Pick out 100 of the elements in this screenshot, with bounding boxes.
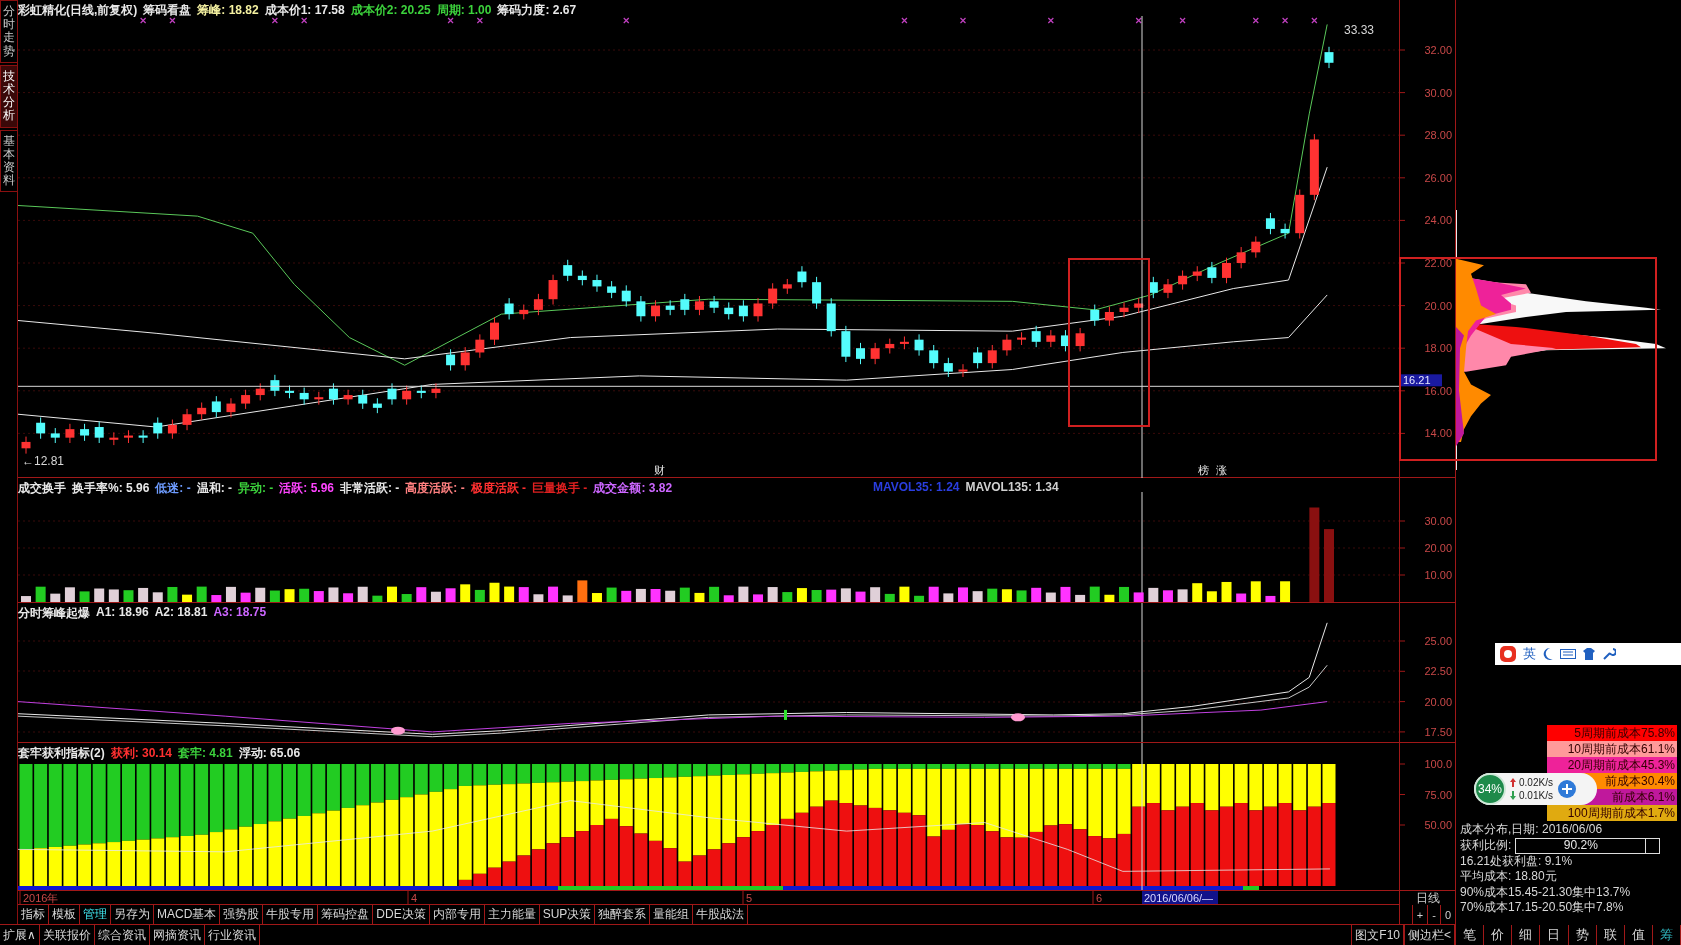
cost-info-text: 70%成本17.15-20.50集中7.8% — [1460, 900, 1625, 916]
side-tab[interactable]: 分时走势 — [0, 0, 18, 63]
legend-label: 获利: 30.14 — [110, 745, 173, 762]
shirt-icon[interactable] — [1582, 647, 1596, 661]
moon-icon[interactable] — [1542, 647, 1554, 661]
profit-ratio-label: 获利比例: — [1460, 837, 1512, 854]
axis-label: 100.0 — [1424, 758, 1452, 770]
indicator-tab[interactable]: 筹码控盘 — [318, 905, 374, 924]
side-tab[interactable]: 技术分析 — [0, 64, 18, 128]
side-tab[interactable]: 基本资料 — [0, 129, 18, 193]
bottom-tab[interactable]: 关联报价 — [39, 925, 95, 945]
side-panel-tab[interactable]: 筹 — [1652, 925, 1681, 945]
side-panel-tab[interactable]: 价 — [1484, 925, 1513, 945]
zoom-button[interactable]: - — [1427, 905, 1440, 924]
indicator-tab[interactable]: 量能组 — [650, 905, 694, 924]
profit-ratio-value: 90.2% — [1563, 837, 1598, 854]
bottom-tab[interactable]: 行业资讯 — [204, 925, 260, 945]
ime-mode-label[interactable]: 英 — [1523, 645, 1536, 663]
bottom-tab[interactable]: 综合资讯 — [94, 925, 150, 945]
cursor-date-label: 2016/06/06/— — [1142, 891, 1218, 904]
axis-label: 25.00 — [1424, 635, 1452, 647]
indicator-tab[interactable]: 模板 — [49, 905, 80, 924]
bottom-tab[interactable]: 网摘资讯 — [149, 925, 205, 945]
axis-label: 20.00 — [1424, 542, 1452, 554]
legend-label: 周期: 1.00 — [436, 2, 492, 19]
side-panel-tab[interactable]: 值 — [1624, 925, 1653, 945]
axis-label: 20.00 — [1424, 299, 1452, 312]
legend-label: 异动: - — [238, 480, 274, 497]
event-mark: 财 — [654, 464, 665, 476]
zoom-button[interactable]: + — [1411, 905, 1428, 924]
network-speed-widget[interactable]: 34% 0.02K/s 0.01K/s — [1474, 773, 1597, 805]
legend-label: 成交金额: 3.82 — [593, 480, 673, 497]
legend-label: A2: 18.81 — [154, 605, 208, 621]
plus-icon[interactable] — [1556, 779, 1577, 799]
indicator-tab[interactable]: 另存为 — [111, 905, 154, 924]
cost-info-text: 90%成本15.45-21.30集中13.7% — [1460, 884, 1632, 900]
legend-label: 低迷: - — [155, 480, 191, 497]
indicator-tab[interactable]: MACD基本 — [154, 905, 221, 924]
axis-label: 22.00 — [1424, 257, 1452, 269]
side-panel-tab[interactable]: 笔 — [1456, 925, 1485, 945]
indicator-tab[interactable]: 牛股专用 — [263, 905, 319, 924]
legend-label: 巨量换手 - — [532, 480, 588, 497]
legend-label: 成本价2: 20.25 — [350, 2, 431, 19]
axis-label: 28.00 — [1424, 129, 1452, 142]
cost-legend-item: 100周期前成本1.7% — [1547, 805, 1677, 821]
indicator-tab[interactable]: 独醉套系 — [595, 905, 651, 924]
indicator-tab[interactable]: 主力能量 — [484, 905, 540, 924]
down-arrow-icon — [1510, 791, 1516, 800]
legend-label: 极度活跃 - — [470, 480, 527, 497]
legend-label: 温和: - — [196, 480, 232, 497]
cost-info-text: 平均成本: 18.80元 — [1460, 869, 1558, 885]
axis-label: 10.00 — [1424, 569, 1452, 581]
up-arrow-icon — [1510, 778, 1516, 787]
cost-info-text: 16.21处获利盘: 9.1% — [1460, 853, 1574, 869]
axis-label: 16.00 — [1424, 384, 1452, 397]
axis-label: 30.00 — [1424, 86, 1452, 99]
side-panel-tab[interactable]: 细 — [1512, 925, 1541, 945]
side-panel-tab[interactable]: 联 — [1596, 925, 1625, 945]
legend-label: 筹码力度: 2.67 — [497, 2, 577, 19]
axis-label: 26.00 — [1424, 171, 1452, 184]
side-panel-tab[interactable]: 势 — [1568, 925, 1597, 945]
panel-button[interactable]: 侧边栏< — [1404, 925, 1455, 945]
legend-label: 活跃: 5.96 — [279, 480, 335, 497]
cost-legend-item: 5周期前成本75.8% — [1547, 725, 1677, 741]
legend-label: 套牢获利指标(2) — [18, 745, 105, 762]
legend-label: MAVOL135: 1.34 — [965, 480, 1059, 494]
axis-label: 32.00 — [1424, 44, 1452, 56]
axis-label: 14.00 — [1424, 427, 1452, 440]
axis-label: 22.50 — [1424, 665, 1452, 678]
indicator-tab[interactable]: SUP决策 — [539, 905, 596, 924]
legend-label: 彩虹精化(日线,前复权) — [18, 2, 138, 19]
cost-date-text: 成本分布,日期: 2016/06/06 — [1460, 822, 1604, 838]
legend-label: 分时筹峰起爆 — [18, 605, 90, 622]
axis-label: 75.00 — [1424, 788, 1452, 801]
date-label: 5 — [746, 892, 753, 904]
cost-legend-item: 10周期前成本61.1% — [1547, 741, 1677, 757]
legend-label: 筹码看盘 — [143, 2, 192, 19]
legend-label: 套牢: 4.81 — [178, 745, 233, 762]
low-price-label: ←12.81 — [22, 454, 65, 468]
indicator-tab[interactable]: 内部专用 — [429, 905, 485, 924]
indicator-tab[interactable]: 强势股 — [220, 905, 264, 924]
keyboard-icon[interactable] — [1560, 648, 1576, 660]
date-label: 6 — [1096, 892, 1103, 904]
panel-button[interactable]: 图文F10 — [1351, 925, 1404, 945]
high-price-label: 33.33 — [1344, 23, 1375, 37]
legend-label: 换手率%: 5.96 — [72, 480, 150, 497]
indicator-tab[interactable]: 牛股战法 — [693, 905, 749, 924]
ime-logo-icon[interactable] — [1499, 645, 1517, 663]
legend-label: MAVOL35: 1.24 — [873, 480, 960, 494]
memory-usage-ball[interactable]: 34% — [1474, 773, 1506, 805]
indicator-tab[interactable]: 指标 — [18, 905, 49, 924]
indicator-tab[interactable]: DDE决策 — [373, 905, 430, 924]
bottom-tab[interactable]: 扩展∧ — [0, 925, 40, 945]
zoom-button[interactable]: 0 — [1439, 905, 1455, 924]
indicator-tab[interactable]: 管理 — [80, 905, 111, 924]
side-panel-tab[interactable]: 日 — [1540, 925, 1569, 945]
date-label: 4 — [411, 892, 418, 904]
period-label: 日线 — [1399, 891, 1455, 905]
legend-label: A3: 18.75 — [213, 605, 267, 621]
axis-label: 30.00 — [1424, 515, 1452, 527]
